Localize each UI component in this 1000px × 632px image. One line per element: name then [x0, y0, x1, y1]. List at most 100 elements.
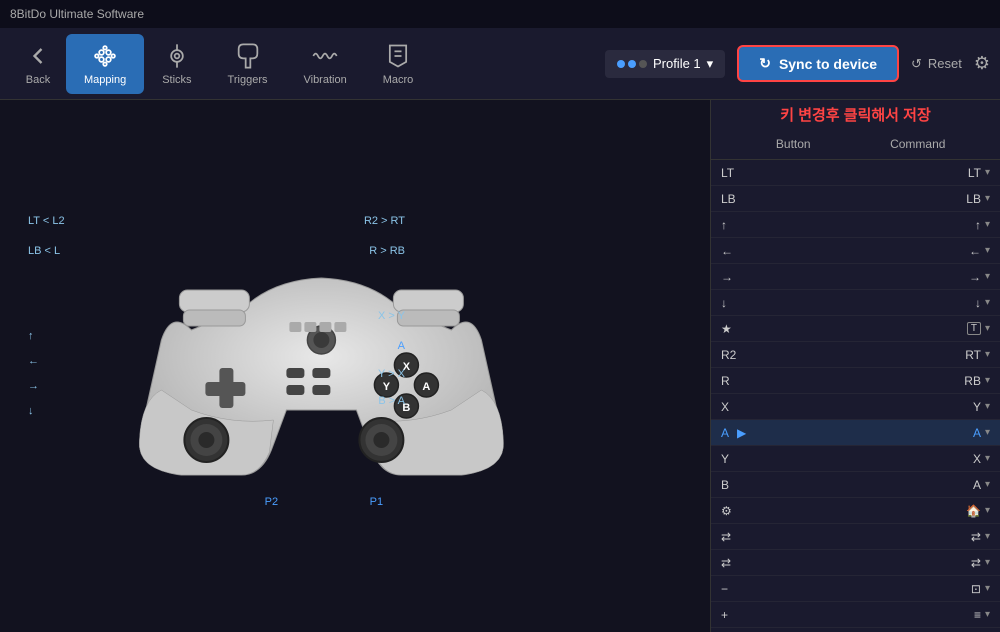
settings-button[interactable]: ⚙: [974, 53, 990, 74]
dot-3: [639, 60, 647, 68]
table-row[interactable]: R2 RT▾: [711, 342, 1000, 368]
table-row[interactable]: − ⊡▾: [711, 576, 1000, 602]
nav-mapping-label: Mapping: [84, 74, 126, 86]
table-row[interactable]: + ≡▾: [711, 602, 1000, 628]
nav-vibration[interactable]: Vibration: [285, 34, 364, 94]
cmd-right: →▾: [856, 270, 991, 284]
nav-vibration-label: Vibration: [303, 74, 346, 86]
left-left-label: ←: [28, 355, 39, 367]
table-row[interactable]: LT LT▾: [711, 160, 1000, 186]
cmd-b: A▾: [856, 478, 991, 492]
left-up-label: ↑: [28, 330, 34, 342]
r-rb-label: R > RB: [369, 245, 405, 257]
cmd-r: RB▾: [856, 374, 991, 388]
profile-selector[interactable]: Profile 1 ▾: [605, 50, 725, 78]
svg-text:Y: Y: [383, 381, 391, 393]
btn-swap1: ⇄: [721, 530, 856, 544]
a-label: A: [398, 340, 405, 352]
btn-down: ↓: [721, 296, 856, 310]
btn-lt: LT: [721, 166, 856, 180]
reset-button[interactable]: ↺ Reset: [911, 56, 962, 72]
cmd-gear: 🏠▾: [856, 504, 991, 518]
b-a-label: B > A: [378, 395, 405, 407]
svg-text:P1: P1: [370, 496, 383, 508]
back-label: Back: [26, 74, 50, 86]
btn-star: ★: [721, 322, 856, 336]
app-title: 8BitDo Ultimate Software: [10, 7, 144, 21]
controller-area: X Y A B: [0, 100, 710, 632]
button-col-header: Button: [731, 137, 856, 151]
btn-plus: +: [721, 608, 856, 622]
nav-sticks-label: Sticks: [162, 74, 191, 86]
cmd-swap1: ⇄▾: [856, 530, 991, 544]
table-row[interactable]: ★ T▾: [711, 316, 1000, 342]
btn-left: ←: [721, 244, 856, 258]
nav-macro-label: Macro: [383, 74, 414, 86]
nav-macro[interactable]: Macro: [365, 34, 432, 94]
table-row[interactable]: ↑ ↑▾: [711, 212, 1000, 238]
cmd-x: Y▾: [856, 400, 991, 414]
table-row[interactable]: LB LB▾: [711, 186, 1000, 212]
btn-r: R: [721, 374, 856, 388]
btn-r2: R2: [721, 348, 856, 362]
table-row[interactable]: ← ←▾: [711, 238, 1000, 264]
table-row[interactable]: Y X▾: [711, 446, 1000, 472]
table-row[interactable]: ⇄ ⇄▾: [711, 550, 1000, 576]
btn-y: Y: [721, 452, 856, 466]
btn-a: A▶: [721, 426, 856, 440]
reset-icon: ↺: [911, 56, 922, 72]
table-row[interactable]: B A▾: [711, 472, 1000, 498]
table-row[interactable]: ↓ ↓▾: [711, 290, 1000, 316]
sync-label: Sync to device: [779, 56, 877, 72]
dot-2: [628, 60, 636, 68]
table-row[interactable]: X Y▾: [711, 394, 1000, 420]
cmd-a: A▾: [856, 426, 991, 440]
sync-button[interactable]: ↻ Sync to device: [737, 45, 899, 82]
cmd-star: T▾: [856, 322, 991, 335]
back-button[interactable]: Back: [10, 34, 66, 94]
table-row-highlighted[interactable]: A▶ A▾: [711, 420, 1000, 446]
right-panel: 키 변경후 클릭해서 저장 Button Command LT LT▾ LB L…: [710, 100, 1000, 632]
panel-header: Button Command: [711, 129, 1000, 160]
mapping-list: LT LT▾ LB LB▾ ↑ ↑▾ ← ←▾ → →▾: [711, 160, 1000, 632]
controller-svg: X Y A B: [111, 210, 531, 510]
btn-lb: LB: [721, 192, 856, 206]
cmd-r2: RT▾: [856, 348, 991, 362]
reset-label: Reset: [928, 56, 962, 71]
table-row[interactable]: P1▶ ⊡▾: [711, 628, 1000, 632]
cmd-up: ↑▾: [856, 218, 991, 232]
nav-mapping[interactable]: Mapping: [66, 34, 144, 94]
table-row[interactable]: → →▾: [711, 264, 1000, 290]
nav-bar: Back Mapping Sticks Triggers Vibration: [0, 28, 1000, 100]
table-row[interactable]: R RB▾: [711, 368, 1000, 394]
x-y-label: X > Y: [378, 310, 405, 322]
table-row[interactable]: ⇄ ⇄▾: [711, 524, 1000, 550]
btn-right: →: [721, 270, 856, 284]
profile-dots: [617, 60, 647, 68]
title-bar: 8BitDo Ultimate Software: [0, 0, 1000, 28]
cmd-plus: ≡▾: [856, 608, 991, 622]
annotation-text: 키 변경후 클릭해서 저장: [711, 100, 1000, 129]
profile-chevron: ▾: [707, 56, 714, 72]
btn-swap2: ⇄: [721, 556, 856, 570]
cmd-left: ←▾: [856, 244, 991, 258]
btn-b: B: [721, 478, 856, 492]
nav-triggers[interactable]: Triggers: [210, 34, 286, 94]
svg-text:P2: P2: [265, 496, 278, 508]
cmd-down: ↓▾: [856, 296, 991, 310]
nav-sticks[interactable]: Sticks: [144, 34, 209, 94]
lt-l2-label: LT < L2: [28, 215, 65, 227]
table-row[interactable]: ⚙ 🏠▾: [711, 498, 1000, 524]
btn-minus: −: [721, 582, 856, 596]
main-content: X Y A B: [0, 100, 1000, 632]
cmd-y: X▾: [856, 452, 991, 466]
cmd-lt: LT▾: [856, 166, 991, 180]
cmd-lb: LB▾: [856, 192, 991, 206]
y-x-label: Y > X: [378, 368, 405, 380]
svg-text:A: A: [422, 381, 430, 393]
nav-triggers-label: Triggers: [228, 74, 268, 86]
gear-icon: ⚙: [974, 53, 990, 73]
cmd-minus: ⊡▾: [856, 582, 991, 596]
btn-up: ↑: [721, 218, 856, 232]
nav-right: Profile 1 ▾ ↻ Sync to device ↺ Reset ⚙: [605, 45, 990, 82]
